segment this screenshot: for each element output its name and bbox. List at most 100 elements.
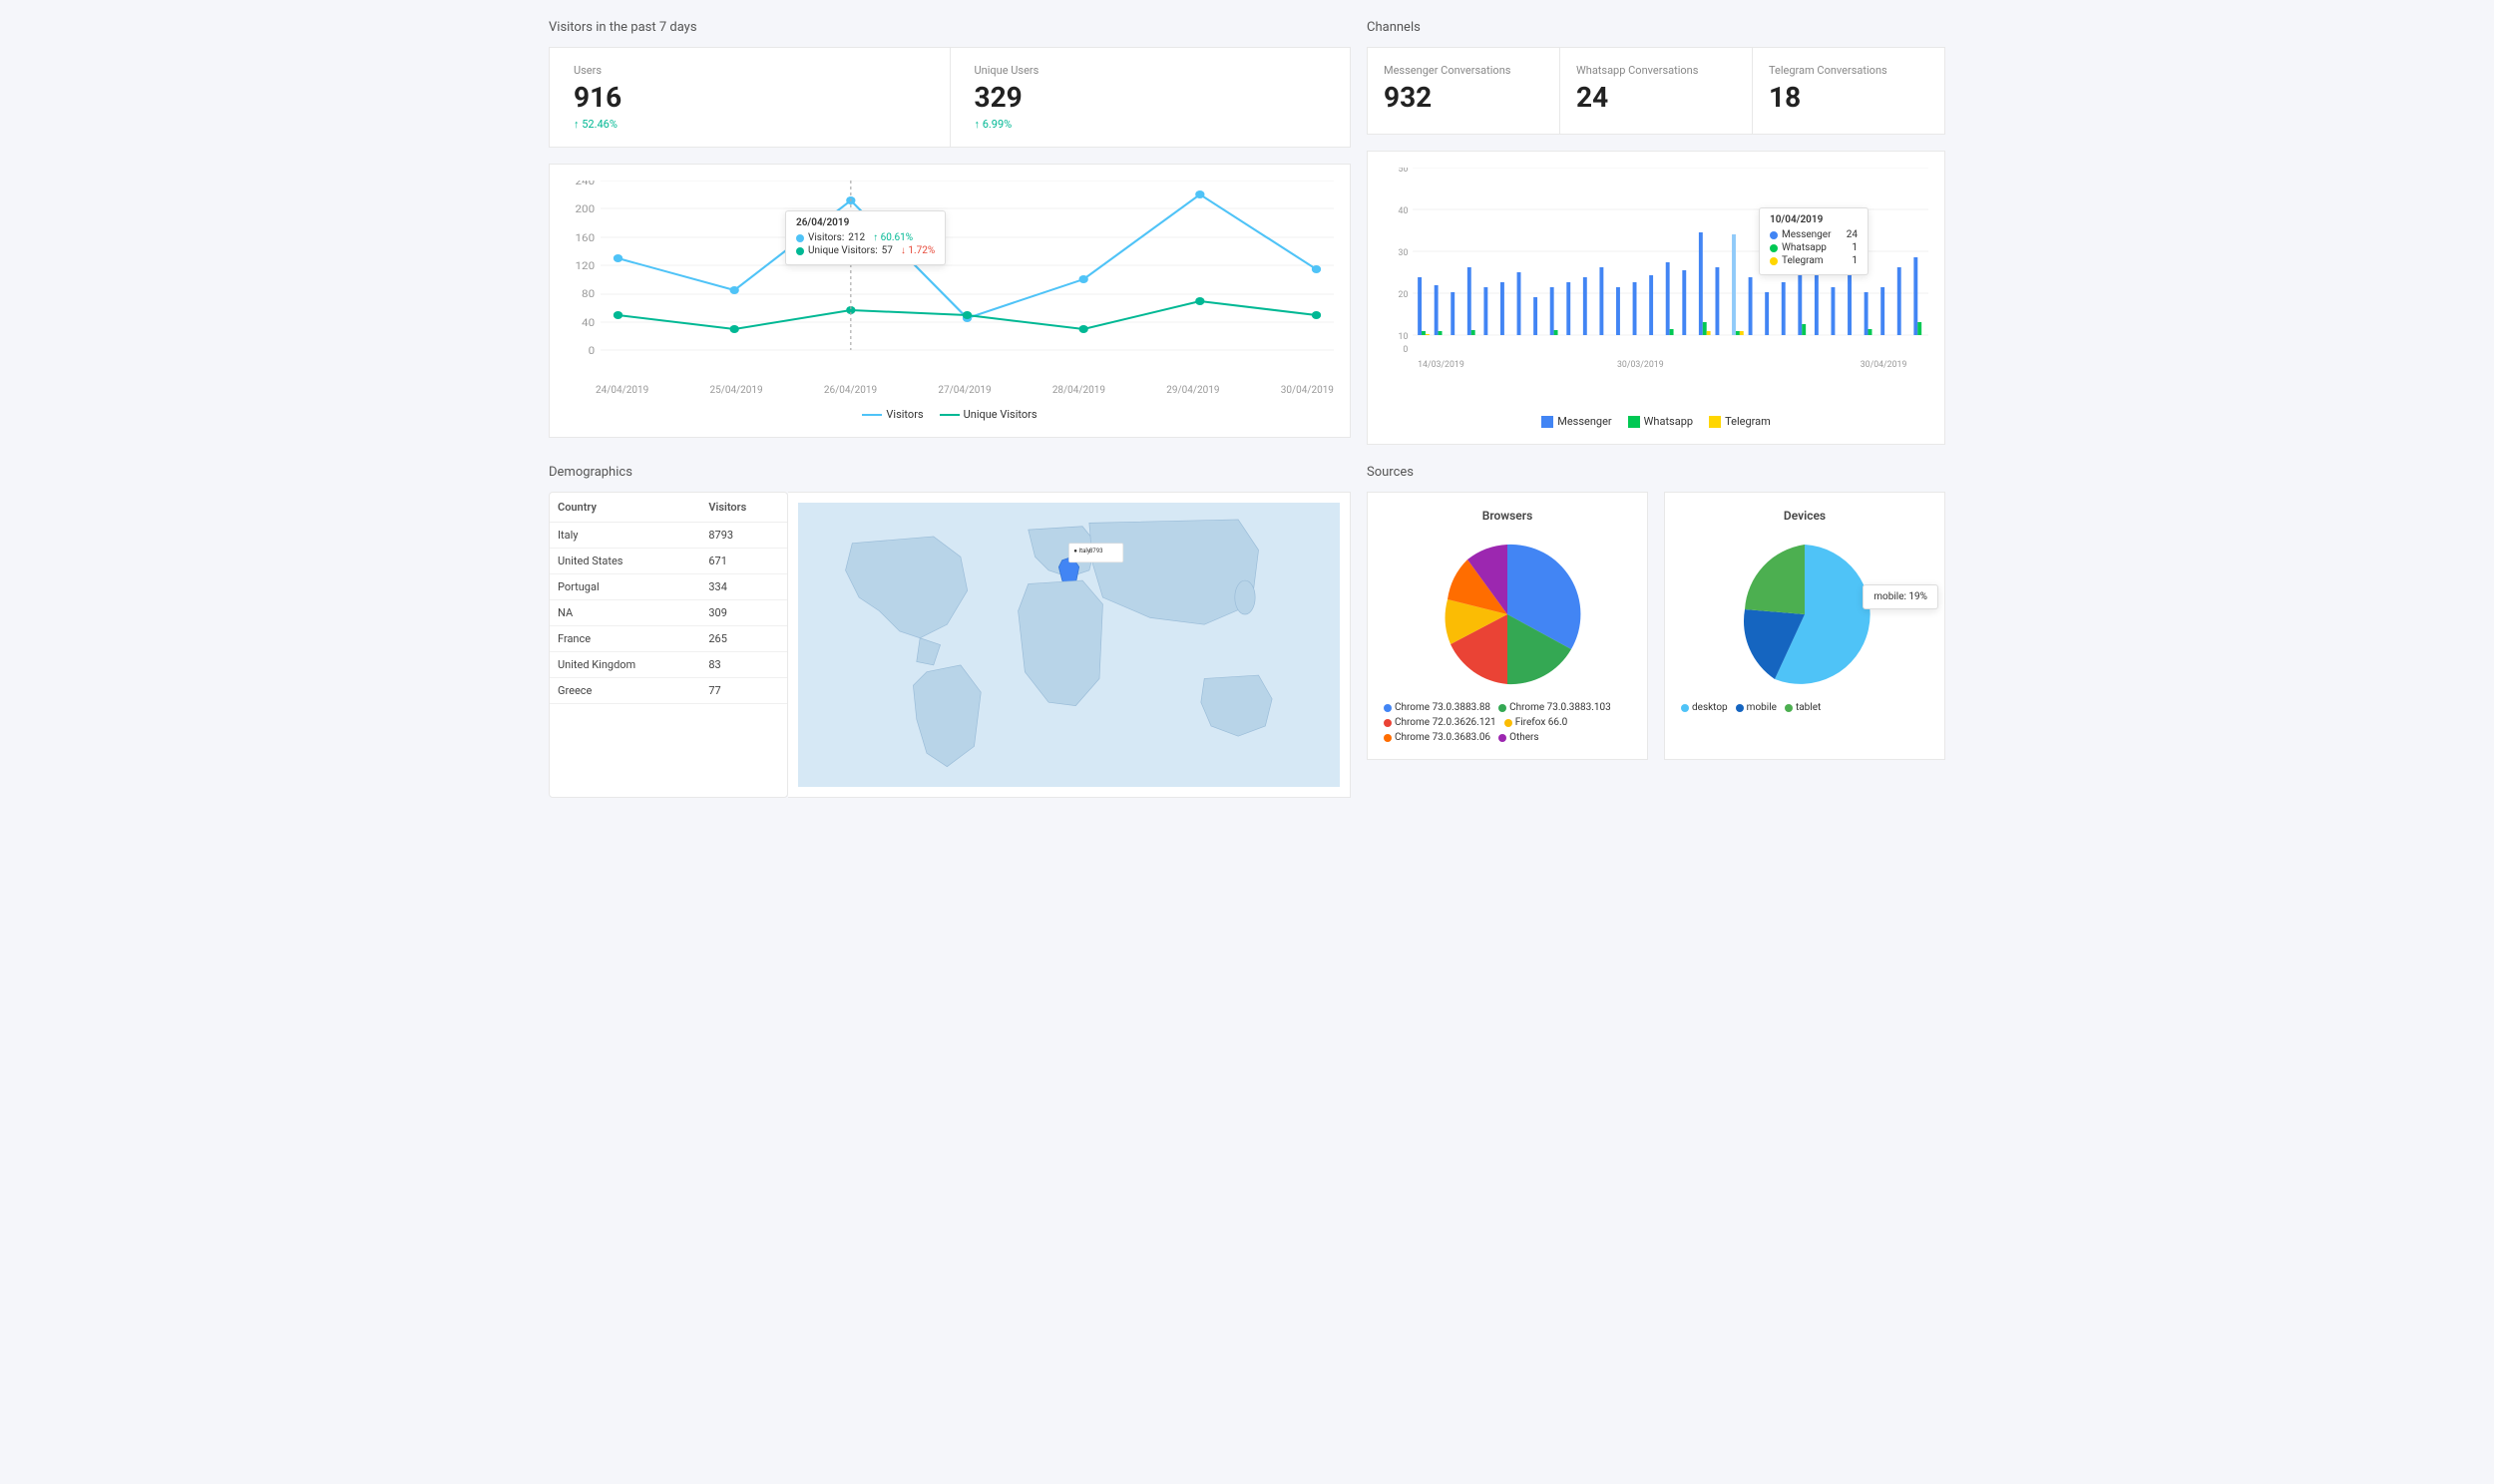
telegram-value: 18 — [1769, 81, 1928, 114]
devices-card: Devices mobile: 19% — [1664, 492, 1945, 760]
svg-text:30/04/2019: 30/04/2019 — [1861, 360, 1907, 370]
demographics-section: Demographics Country Visitors Italy8793U… — [549, 465, 1351, 798]
svg-text:160: 160 — [576, 232, 596, 244]
dashboard: Visitors in the past 7 days Users 916 ↑ … — [549, 20, 1945, 798]
channels-tooltip: 10/04/2019 Messenger 24 Whatsapp 1 — [1759, 207, 1869, 275]
demographics-title: Demographics — [549, 465, 1351, 480]
devices-pie-svg — [1725, 535, 1884, 694]
visitors-cell: 309 — [700, 600, 787, 626]
legend-chrome4: Chrome 73.0.3683.06 — [1384, 732, 1490, 743]
legend-desktop: desktop — [1681, 702, 1728, 713]
tooltip-date: 26/04/2019 — [796, 217, 935, 228]
visitors-section: Visitors in the past 7 days Users 916 ↑ … — [549, 20, 1351, 438]
telegram-card: Telegram Conversations 18 — [1753, 47, 1945, 135]
country-cell: Greece — [550, 678, 700, 704]
country-cell: NA — [550, 600, 700, 626]
table-row: Italy8793 — [550, 523, 787, 549]
channels-tooltip-date: 10/04/2019 — [1770, 214, 1858, 225]
demographics-table: Country Visitors Italy8793United States6… — [550, 493, 787, 704]
legend-others: Others — [1498, 732, 1539, 743]
messenger-label: Messenger Conversations — [1384, 64, 1543, 77]
country-cell: Italy — [550, 523, 700, 549]
svg-text:0: 0 — [589, 345, 596, 357]
visitors-chart-svg: 240 200 160 120 80 40 0 — [566, 181, 1334, 380]
sources-title: Sources — [1367, 465, 1945, 480]
svg-text:50: 50 — [1399, 168, 1409, 175]
whatsapp-card: Whatsapp Conversations 24 — [1560, 47, 1753, 135]
stat-cards-row: Users 916 ↑ 52.46% Unique Users 329 ↑ 6.… — [549, 47, 1351, 148]
channels-legend-whatsapp: Whatsapp — [1628, 415, 1693, 428]
users-label: Users — [574, 64, 926, 77]
browsers-pie-svg — [1428, 535, 1587, 694]
channels-chart-area: 50 40 30 20 10 0 — [1384, 168, 1928, 407]
svg-text:40: 40 — [1399, 206, 1409, 216]
table-row: NA309 — [550, 600, 787, 626]
svg-text:200: 200 — [576, 203, 596, 215]
visitors-legend-unique: Unique Visitors — [940, 408, 1038, 421]
unique-users-label: Unique Users — [975, 64, 1327, 77]
browsers-pie-wrap — [1384, 535, 1631, 694]
svg-text:40: 40 — [582, 317, 595, 329]
messenger-value: 932 — [1384, 81, 1543, 114]
unique-users-value: 329 — [975, 81, 1327, 114]
visitors-chart-legend: Visitors Unique Visitors — [566, 408, 1334, 421]
svg-text:30/03/2019: 30/03/2019 — [1617, 360, 1664, 370]
visitors-chart: 240 200 160 120 80 40 0 — [549, 164, 1351, 438]
channels-legend-telegram: Telegram — [1709, 415, 1771, 428]
legend-chrome3: Chrome 72.0.3626.121 — [1384, 717, 1496, 728]
demographics-table-wrap: Country Visitors Italy8793United States6… — [549, 492, 788, 798]
visitors-tooltip: 26/04/2019 Visitors: 212 ↑ 60.61% Unique… — [785, 210, 946, 265]
visitors-x-axis: 24/04/2019 25/04/2019 26/04/2019 27/04/2… — [566, 385, 1334, 396]
legend-chrome1: Chrome 73.0.3883.88 — [1384, 702, 1490, 713]
whatsapp-value: 24 — [1576, 81, 1736, 114]
users-change: ↑ 52.46% — [574, 118, 926, 131]
svg-text:8793: 8793 — [1089, 548, 1103, 555]
browsers-title: Browsers — [1384, 509, 1631, 523]
visitors-chart-area: 240 200 160 120 80 40 0 — [566, 181, 1334, 400]
col-visitors: Visitors — [700, 493, 787, 523]
unique-users-card: Unique Users 329 ↑ 6.99% — [951, 47, 1352, 148]
devices-title: Devices — [1681, 509, 1928, 523]
country-cell: Portugal — [550, 574, 700, 600]
channels-title: Channels — [1367, 20, 1945, 35]
visitors-cell: 77 — [700, 678, 787, 704]
country-cell: United Kingdom — [550, 652, 700, 678]
svg-text:0: 0 — [1403, 345, 1408, 355]
visitors-cell: 671 — [700, 549, 787, 574]
channels-legend-messenger: Messenger — [1541, 415, 1611, 428]
legend-tablet: tablet — [1785, 702, 1821, 713]
world-map-svg: ● Italy 8793 — [798, 503, 1340, 787]
whatsapp-label: Whatsapp Conversations — [1576, 64, 1736, 77]
demographics-inner: Country Visitors Italy8793United States6… — [549, 492, 1351, 798]
svg-text:14/03/2019: 14/03/2019 — [1418, 360, 1464, 370]
visitors-cell: 334 — [700, 574, 787, 600]
channels-chart-legend: Messenger Whatsapp Telegram — [1384, 415, 1928, 428]
svg-text:240: 240 — [576, 181, 596, 187]
svg-text:10: 10 — [1399, 332, 1409, 342]
visitors-cell: 83 — [700, 652, 787, 678]
svg-text:120: 120 — [576, 260, 596, 272]
visitors-title: Visitors in the past 7 days — [549, 20, 1351, 35]
table-row: Portugal334 — [550, 574, 787, 600]
svg-text:20: 20 — [1399, 290, 1409, 300]
visitors-legend-visitors: Visitors — [862, 408, 923, 421]
svg-text:30: 30 — [1399, 248, 1409, 258]
unique-users-change: ↑ 6.99% — [975, 118, 1327, 131]
legend-chrome2: Chrome 73.0.3883.103 — [1498, 702, 1611, 713]
users-card: Users 916 ↑ 52.46% — [549, 47, 951, 148]
messenger-card: Messenger Conversations 932 — [1367, 47, 1560, 135]
legend-mobile: mobile — [1736, 702, 1777, 713]
legend-firefox: Firefox 66.0 — [1504, 717, 1568, 728]
users-value: 916 — [574, 81, 926, 114]
svg-text:● Italy: ● Italy — [1073, 548, 1090, 555]
visitors-cell: 8793 — [700, 523, 787, 549]
svg-text:80: 80 — [582, 288, 595, 300]
col-country: Country — [550, 493, 700, 523]
browsers-card: Browsers — [1367, 492, 1648, 760]
world-map: ● Italy 8793 — [788, 492, 1351, 798]
channels-section: Channels Messenger Conversations 932 Wha… — [1367, 20, 1945, 445]
browsers-legend: Chrome 73.0.3883.88 Chrome 73.0.3883.103… — [1384, 702, 1631, 743]
visitors-cell: 265 — [700, 626, 787, 652]
country-cell: United States — [550, 549, 700, 574]
channel-cards: Messenger Conversations 932 Whatsapp Con… — [1367, 47, 1945, 135]
